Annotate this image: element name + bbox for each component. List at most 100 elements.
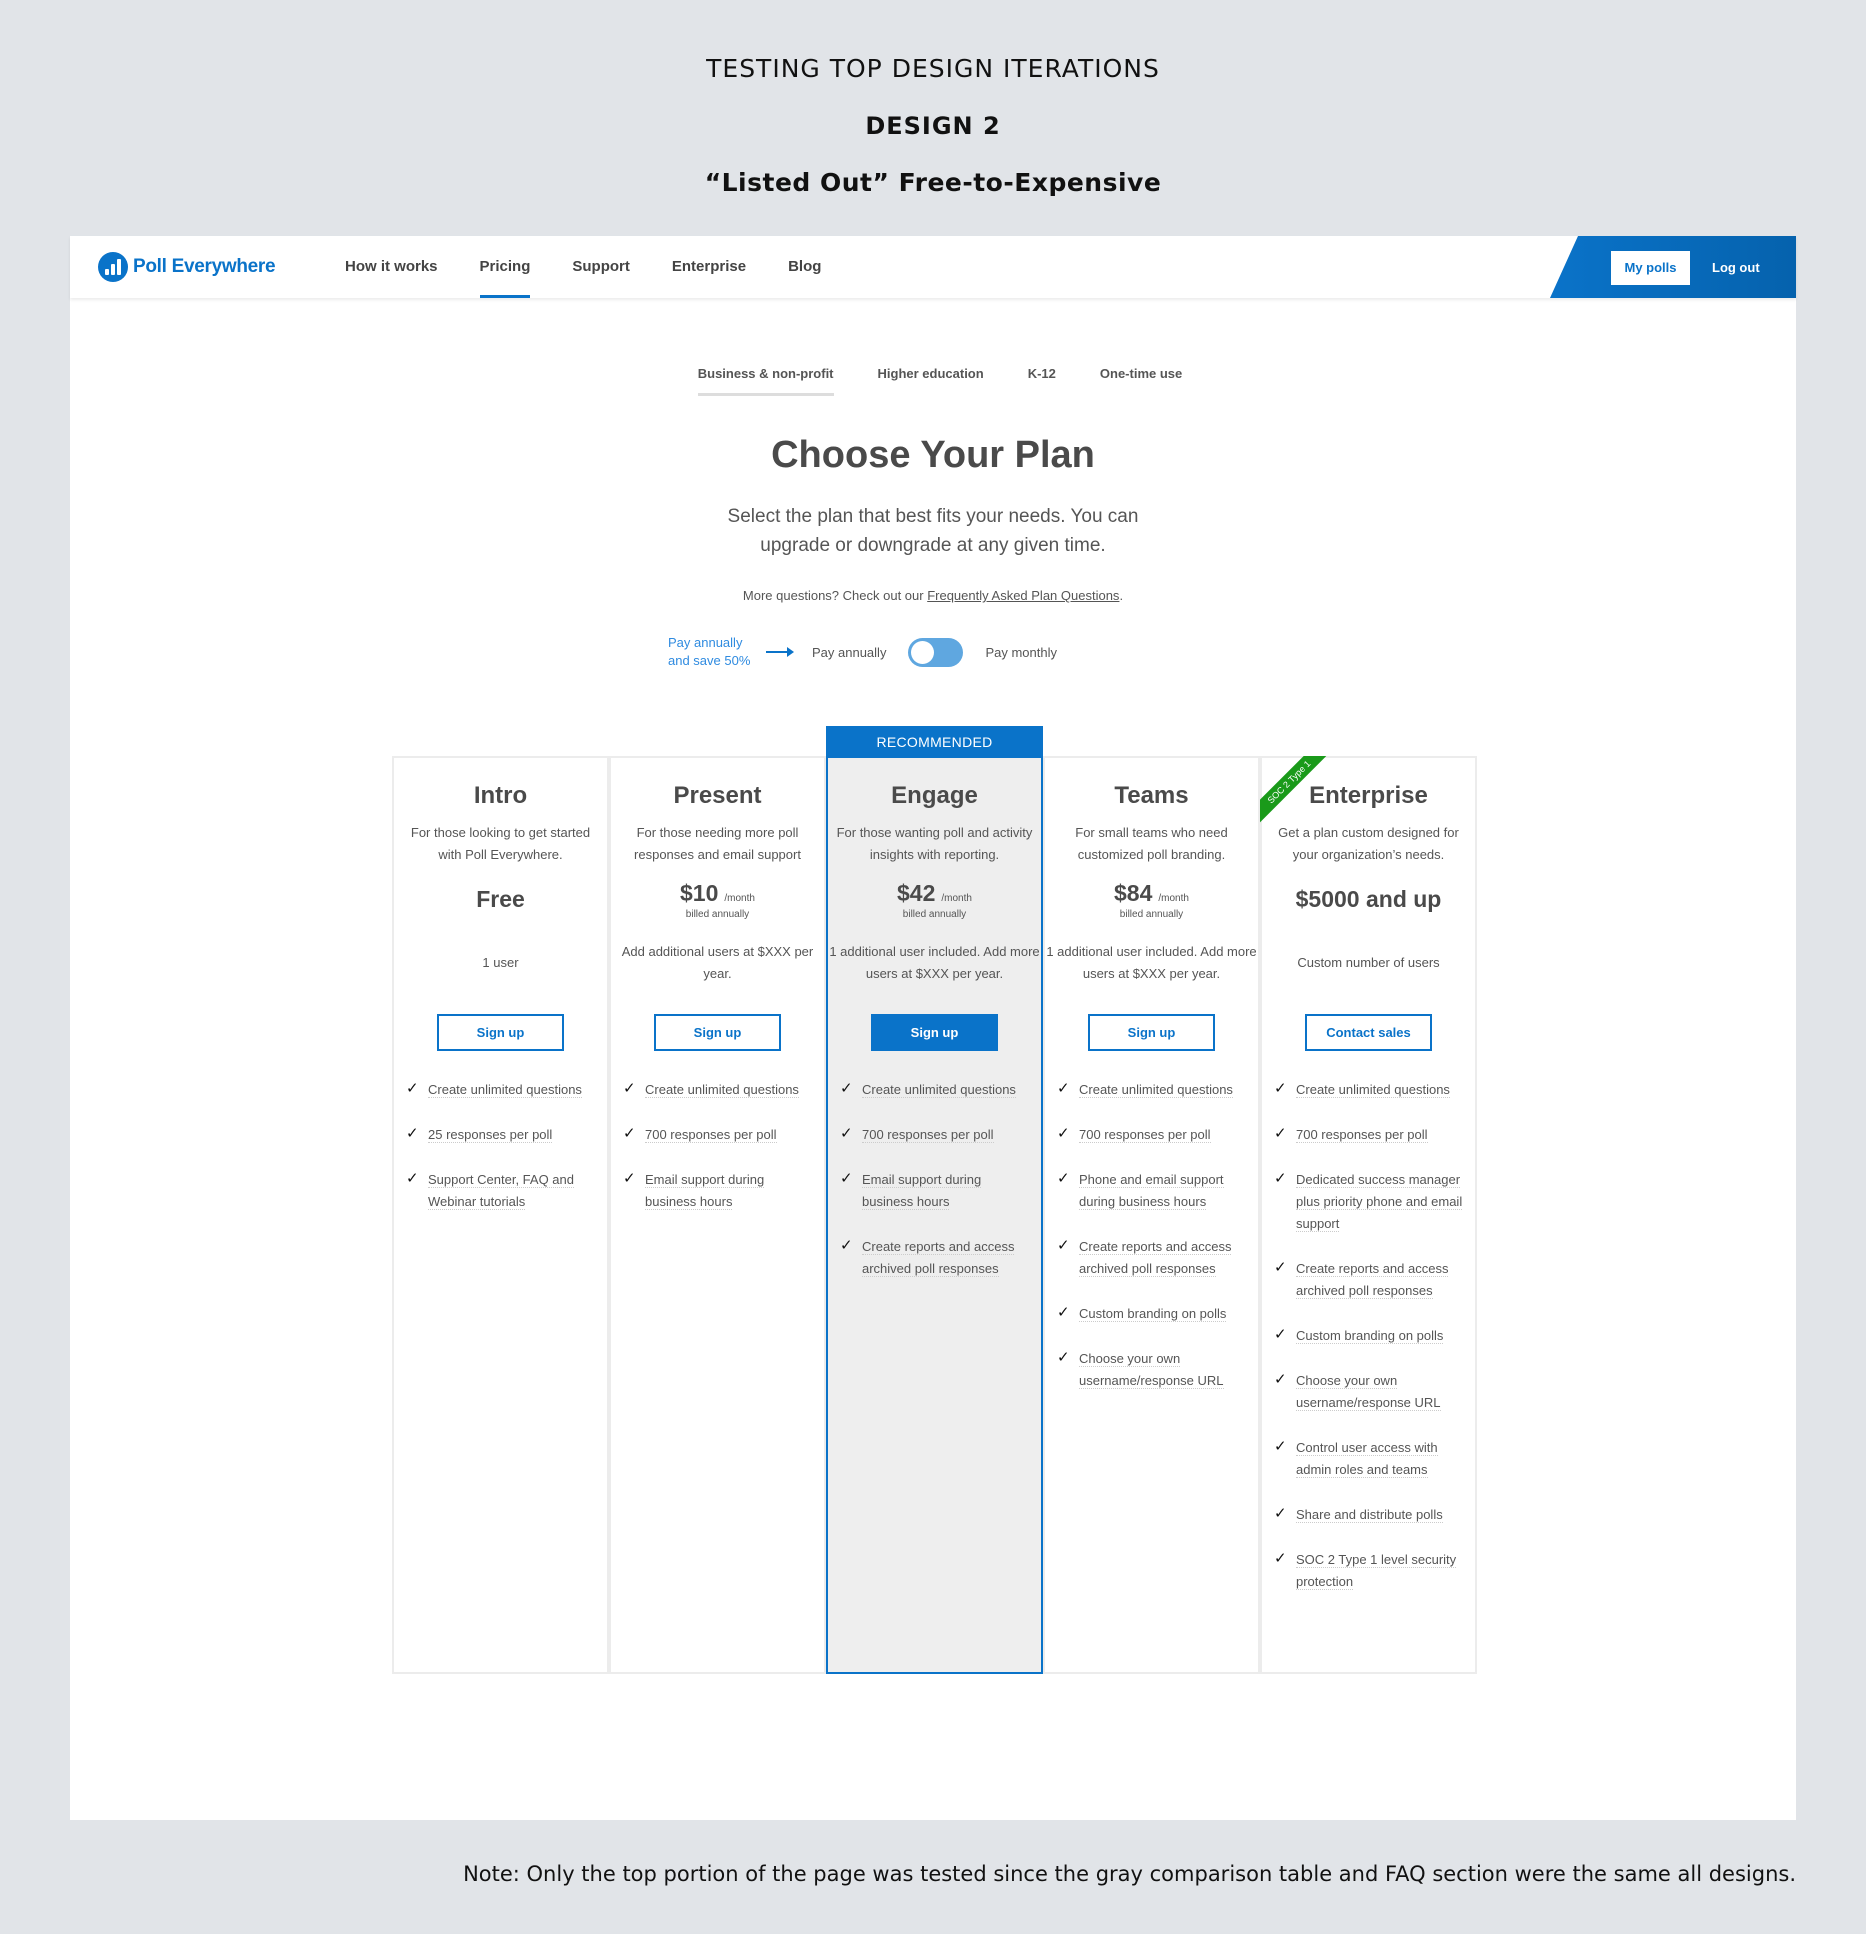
feature-item: ✓ 700 responses per poll (1274, 1124, 1463, 1146)
checkmark-icon: ✓ (1274, 1326, 1287, 1343)
sign-up-button[interactable]: Sign up (437, 1014, 564, 1051)
feature-item: ✓ 700 responses per poll (1057, 1124, 1246, 1146)
feature-text[interactable]: Create unlimited questions (645, 1082, 799, 1098)
tab-business[interactable]: Business & non-profit (697, 366, 834, 396)
price-amount: $5000 and up (1295, 886, 1442, 912)
feature-text[interactable]: 700 responses per poll (1079, 1127, 1211, 1143)
billing-toggle-row: Pay annually and save 50% Pay annually P… (668, 634, 1057, 670)
feature-text[interactable]: SOC 2 Type 1 level security protection (1296, 1552, 1457, 1590)
pricing-page-screenshot: Poll Everywhere How it works Pricing Sup… (70, 236, 1796, 1820)
feature-item: ✓ Email support during business hours (623, 1169, 812, 1213)
feature-text[interactable]: Dedicated success manager plus priority … (1296, 1172, 1463, 1232)
feature-text[interactable]: Create reports and access archived poll … (862, 1239, 1015, 1277)
feature-text[interactable]: Custom branding on polls (1079, 1306, 1227, 1322)
feature-text[interactable]: Create reports and access archived poll … (1296, 1261, 1449, 1299)
nav-pricing[interactable]: Pricing (459, 236, 552, 298)
checkmark-icon: ✓ (1274, 1550, 1287, 1567)
checkmark-icon: ✓ (1057, 1080, 1070, 1097)
user-allowance-text: Add additional users at $XXX per year. (621, 944, 814, 981)
sign-up-button[interactable]: Sign up (871, 1014, 998, 1051)
sign-up-button[interactable]: Sign up (654, 1014, 781, 1051)
plan-description: For small teams who need customized poll… (1075, 825, 1228, 862)
checkmark-icon: ✓ (1274, 1080, 1287, 1097)
checkmark-icon: ✓ (406, 1125, 419, 1142)
plan-price: $5000 and up (1262, 880, 1475, 924)
feature-text[interactable]: Create unlimited questions (1079, 1082, 1233, 1098)
feature-text[interactable]: Create unlimited questions (1296, 1082, 1450, 1098)
feature-item: ✓ Choose your own username/response URL (1274, 1370, 1463, 1414)
feature-text[interactable]: Email support during business hours (862, 1172, 982, 1210)
nav-how-it-works[interactable]: How it works (324, 236, 459, 298)
feature-item: ✓ Control user access with admin roles an… (1274, 1437, 1463, 1481)
user-allowance: 1 additional user included. Add more use… (1045, 934, 1258, 992)
audience-tabs: Business & non-profit Higher education K… (70, 366, 1796, 396)
plan-card-intro: Intro For those looking to get started wi… (392, 756, 609, 1674)
design-label: DESIGN 2 (865, 112, 1001, 140)
user-allowance: 1 user (394, 934, 607, 992)
recommended-badge: RECOMMENDED (826, 726, 1043, 758)
checkmark-icon: ✓ (1057, 1170, 1070, 1187)
plan-price: Free (394, 880, 607, 924)
feature-text[interactable]: Email support during business hours (645, 1172, 765, 1210)
page-title: Choose Your Plan (771, 434, 1095, 476)
feature-text[interactable]: 700 responses per poll (645, 1127, 777, 1143)
nav-blog[interactable]: Blog (767, 236, 842, 298)
price-amount: $10 (680, 880, 719, 906)
user-allowance-text: 1 user (482, 955, 519, 970)
brand-logo[interactable]: Poll Everywhere (98, 252, 276, 282)
pay-annually-label[interactable]: Pay annually (812, 645, 886, 660)
feature-item: ✓ Dedicated success manager plus priority… (1274, 1169, 1463, 1235)
checkmark-icon: ✓ (1274, 1438, 1287, 1455)
feature-text[interactable]: Phone and email support during business … (1079, 1172, 1224, 1210)
feature-item: ✓ Email support during business hours (840, 1169, 1029, 1213)
price-period: /month (941, 893, 972, 904)
feature-text[interactable]: Create reports and access archived poll … (1079, 1239, 1232, 1277)
tab-one-time-use[interactable]: One-time use (1100, 366, 1182, 396)
feature-item: ✓ Share and distribute polls (1274, 1504, 1463, 1526)
feature-text[interactable]: 700 responses per poll (1296, 1127, 1428, 1143)
plan-card-teams: Teams For small teams who need customized… (1043, 756, 1260, 1674)
feature-list: ✓ Create unlimited questions ✓ 700 response… (1262, 1079, 1475, 1593)
feature-text[interactable]: Create unlimited questions (428, 1082, 582, 1098)
feature-text[interactable]: Choose your own username/response URL (1079, 1351, 1224, 1389)
feature-text[interactable]: 25 responses per poll (428, 1127, 553, 1143)
plan-price: $84/month billed annually (1045, 880, 1258, 924)
feature-text[interactable]: Create unlimited questions (862, 1082, 1016, 1098)
user-allowance: 1 additional user included. Add more use… (828, 934, 1041, 992)
checkmark-icon: ✓ (1274, 1170, 1287, 1187)
price-amount: Free (476, 886, 525, 912)
billing-note: billed annually (1119, 909, 1184, 920)
user-allowance-text: Custom number of users (1297, 955, 1440, 970)
tab-higher-education[interactable]: Higher education (878, 366, 984, 396)
feature-text[interactable]: Support Center, FAQ and Webinar tutorial… (428, 1172, 574, 1210)
user-allowance: Custom number of users (1262, 934, 1475, 992)
feature-text[interactable]: 700 responses per poll (862, 1127, 994, 1143)
contact-sales-button[interactable]: Contact sales (1305, 1014, 1432, 1051)
feature-text[interactable]: Custom branding on polls (1296, 1328, 1444, 1344)
feature-text[interactable]: Control user access with admin roles and… (1296, 1440, 1438, 1478)
feature-item: ✓ Custom branding on polls (1274, 1325, 1463, 1347)
plan-description: For those looking to get started with Po… (410, 825, 591, 862)
pay-monthly-label[interactable]: Pay monthly (985, 645, 1057, 660)
sign-up-button[interactable]: Sign up (1088, 1014, 1215, 1051)
feature-text[interactable]: Choose your own username/response URL (1296, 1373, 1441, 1411)
tab-k12[interactable]: K-12 (1028, 366, 1056, 396)
nav-support[interactable]: Support (551, 236, 651, 298)
billing-period-toggle[interactable] (908, 637, 964, 667)
checkmark-icon: ✓ (623, 1080, 636, 1097)
subtitle-line-1: Select the plan that best fits your need… (727, 506, 1139, 527)
feature-item: ✓ Create unlimited questions (1057, 1079, 1246, 1101)
billing-note: billed annually (685, 909, 750, 920)
price-amount: $42 (897, 880, 936, 906)
my-polls-button[interactable]: My polls (1611, 251, 1690, 285)
feature-text[interactable]: Share and distribute polls (1296, 1507, 1443, 1523)
user-allowance: Add additional users at $XXX per year. (611, 934, 824, 992)
faq-link[interactable]: Frequently Asked Plan Questions (927, 588, 1119, 603)
plan-name: Present (673, 782, 762, 809)
main-nav: How it works Pricing Support Enterprise … (324, 236, 842, 298)
log-out-link[interactable]: Log out (1712, 251, 1760, 285)
feature-item: ✓ SOC 2 Type 1 level security protection (1274, 1549, 1463, 1593)
plan-description: For those wanting poll and activity insi… (836, 825, 1033, 862)
feature-list: ✓ Create unlimited questions ✓ 25 responses… (394, 1079, 607, 1213)
nav-enterprise[interactable]: Enterprise (651, 236, 767, 298)
